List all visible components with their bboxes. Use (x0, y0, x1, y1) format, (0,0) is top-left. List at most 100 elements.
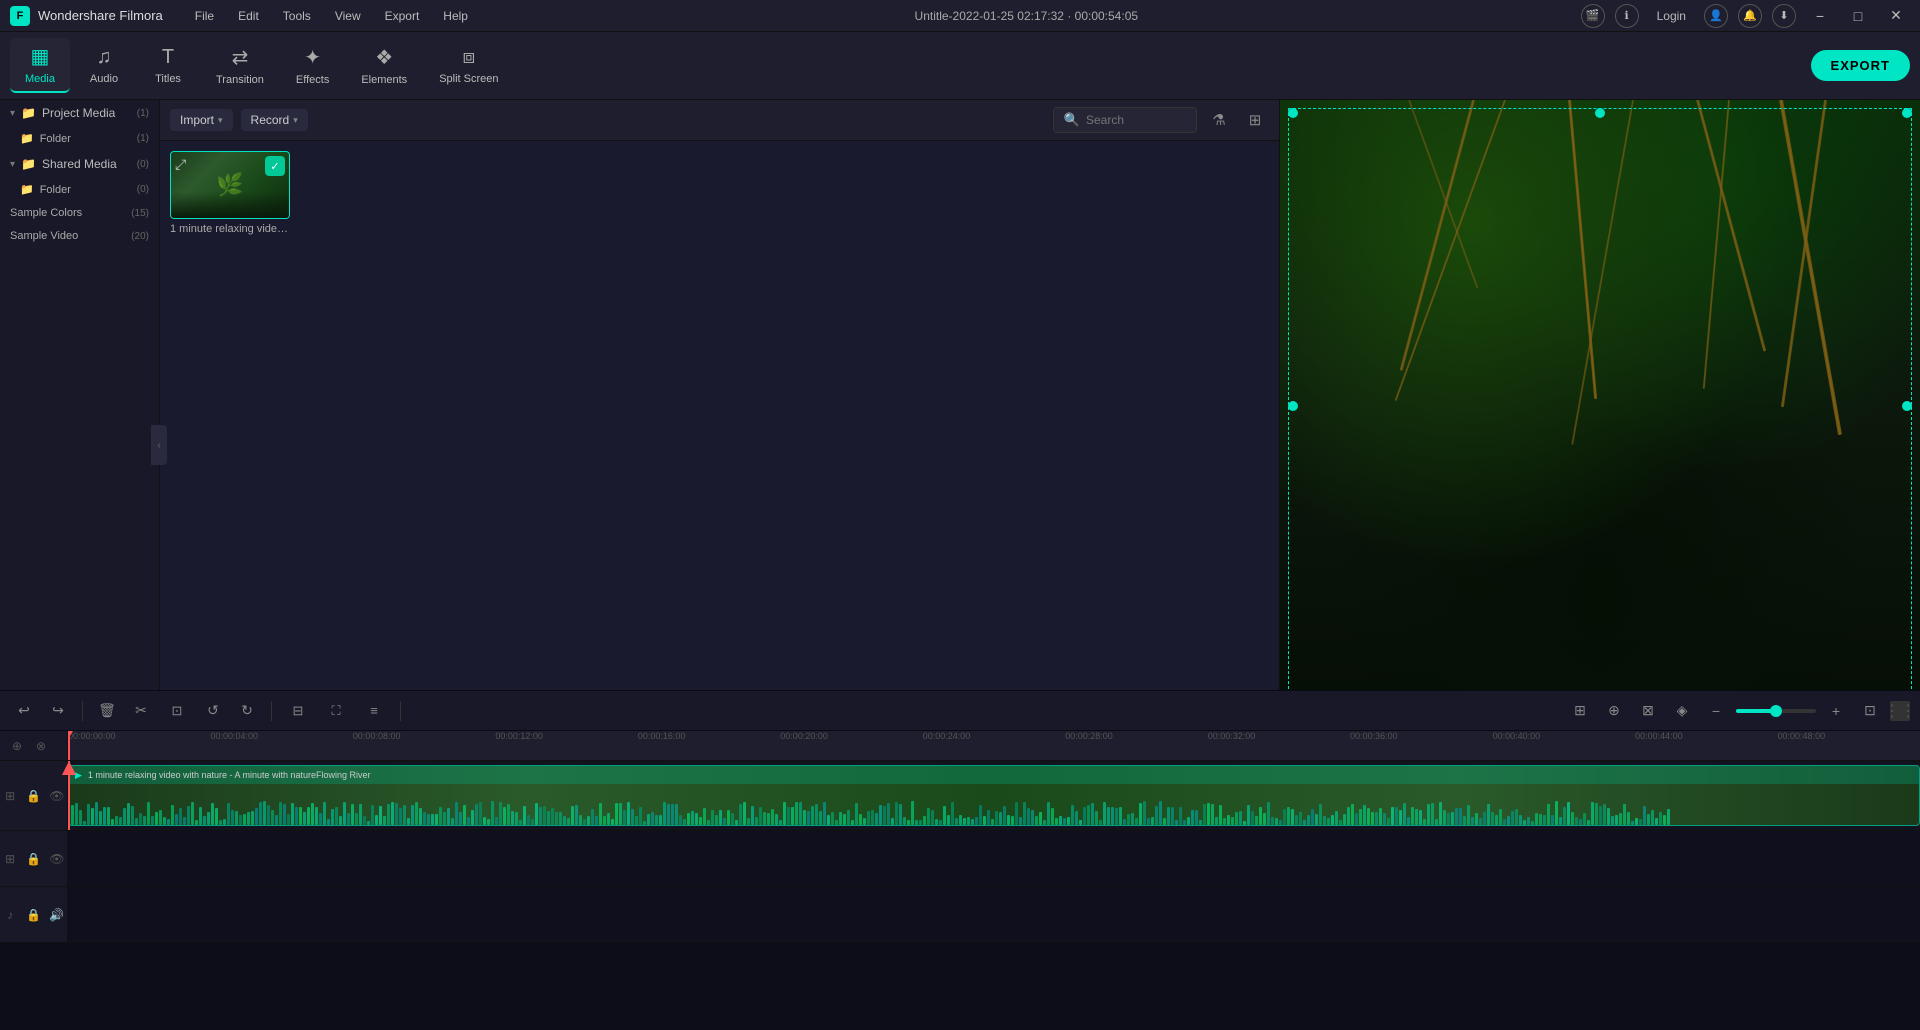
toolbar-media[interactable]: ▦ Media (10, 38, 70, 93)
corner-handle-top-left[interactable] (1288, 108, 1298, 118)
sample-colors-item[interactable]: Sample Colors (15) (0, 202, 159, 225)
search-input[interactable] (1086, 113, 1186, 127)
menu-tools[interactable]: Tools (279, 7, 315, 25)
audio1-speaker-icon[interactable]: 🔊 (47, 904, 67, 926)
video1-lock-icon[interactable]: 🔒 (23, 785, 43, 807)
project-media-label: Project Media (42, 106, 131, 120)
ruler-tick: 00:00:12:00 (495, 731, 543, 741)
maximize-button[interactable]: □ (1844, 6, 1872, 26)
info-icon[interactable]: ℹ (1615, 4, 1639, 28)
waveform-bar (127, 803, 130, 825)
shared-media-folder[interactable]: 📁 Folder (0) (0, 178, 159, 202)
delete-button[interactable]: 🗑 (93, 697, 121, 725)
media-toolbar: Import ▾ Record ▾ 🔍 ⚗ ⊞ (160, 100, 1279, 141)
waveform-bar (1483, 812, 1486, 825)
project-media-header[interactable]: ▾ 📁 Project Media (1) (0, 100, 159, 127)
export-button[interactable]: EXPORT (1811, 50, 1910, 81)
levels-button[interactable]: ≡ (358, 697, 390, 725)
media-grid: ⤢ ✓ 1 minute relaxing video ... (170, 151, 1269, 235)
waveform-bar (1315, 814, 1318, 825)
menu-edit[interactable]: Edit (234, 7, 263, 25)
menu-view[interactable]: View (331, 7, 365, 25)
notification-icon[interactable]: 🔔 (1738, 4, 1762, 28)
login-button[interactable]: Login (1649, 7, 1694, 25)
shared-media-chevron: ▾ (10, 159, 15, 170)
close-button[interactable]: ✕ (1882, 6, 1910, 26)
sample-video-item[interactable]: Sample Video (20) (0, 225, 159, 248)
toolbar-transition[interactable]: ⇄ Transition (202, 39, 278, 92)
undo-button[interactable]: ↩ (10, 697, 38, 725)
corner-handle-mid-left[interactable] (1288, 401, 1298, 411)
rotate-left-button[interactable]: ↺ (199, 697, 227, 725)
waveform-bar (599, 803, 602, 825)
waveform-bar (1323, 816, 1326, 825)
video2-eye-icon[interactable]: 👁 (47, 848, 67, 870)
record-button[interactable]: Record ▾ (241, 109, 308, 131)
folder-label: 📁 Folder (20, 132, 71, 145)
grid-view-button[interactable]: ⊞ (1241, 106, 1269, 134)
toolbar-titles[interactable]: T Titles (138, 40, 198, 91)
toolbar-effects[interactable]: ✦ Effects (282, 39, 343, 92)
fit-timeline-button[interactable]: ⊡ (1856, 697, 1884, 725)
media-item[interactable]: ⤢ ✓ 1 minute relaxing video ... (170, 151, 290, 235)
cut-button[interactable]: ✂ (127, 697, 155, 725)
video-clip-1[interactable]: ▶ 1 minute relaxing video with nature - … (68, 765, 1920, 826)
shared-folder-label: 📁 Folder (20, 183, 71, 196)
toolbar-elements[interactable]: ❖ Elements (347, 39, 421, 92)
audio1-lock-icon[interactable]: 🔒 (23, 904, 43, 926)
fullscreen-button[interactable]: ⛶ (320, 697, 352, 725)
crop-button[interactable]: ⊡ (161, 697, 193, 725)
waveform-bar (783, 802, 786, 825)
clip-header: ▶ 1 minute relaxing video with nature - … (69, 766, 1919, 784)
video2-lock-icon[interactable]: 🔒 (23, 848, 43, 870)
waveform-bar (1003, 806, 1006, 825)
redo-button[interactable]: ↪ (44, 697, 72, 725)
waveform-bar (151, 816, 154, 825)
subtitle-button[interactable]: ⊟ (282, 697, 314, 725)
project-media-folder[interactable]: 📁 Folder (1) (0, 127, 159, 151)
video2-add-icon[interactable]: ⊞ (0, 848, 20, 870)
waveform-bar (847, 810, 850, 825)
zoom-plus-tl[interactable]: + (1822, 697, 1850, 725)
waveform-bar (1575, 817, 1578, 825)
zoom-minus-tl[interactable]: − (1702, 697, 1730, 725)
minimize-button[interactable]: − (1806, 6, 1834, 26)
corner-handle-mid-right[interactable] (1902, 401, 1912, 411)
search-box[interactable]: 🔍 (1053, 107, 1197, 133)
menu-help[interactable]: Help (439, 7, 472, 25)
toolbar-split-screen[interactable]: ⧈ Split Screen (425, 40, 512, 91)
menu-file[interactable]: File (191, 7, 218, 25)
menu-export[interactable]: Export (381, 7, 424, 25)
timeline-ruler[interactable]: 00:00:00:0000:00:04:0000:00:08:0000:00:1… (68, 731, 1920, 761)
video1-eye-icon[interactable]: 👁 (47, 785, 67, 807)
audio-waveform-button[interactable]: ◈ (1668, 697, 1696, 725)
waveform-bar (855, 803, 858, 825)
add-media-track-button[interactable]: ⊞ (1566, 697, 1594, 725)
waveform-bar (739, 804, 742, 825)
toolbar-audio[interactable]: ♫ Audio (74, 40, 134, 91)
link-toggle[interactable]: ⊗ (30, 735, 52, 757)
corner-handle-top-right[interactable] (1902, 108, 1912, 118)
video1-add-icon[interactable]: ⊞ (0, 785, 20, 807)
download-icon[interactable]: ⬇ (1772, 4, 1796, 28)
import-button[interactable]: Import ▾ (170, 109, 233, 131)
filter-button[interactable]: ⚗ (1205, 106, 1233, 134)
account-icon[interactable]: 👤 (1704, 4, 1728, 28)
media-thumbnail[interactable]: ⤢ ✓ (170, 151, 290, 219)
waveform-bar (1547, 804, 1550, 825)
waveform-bar (443, 812, 446, 825)
waveform-bar (279, 802, 282, 825)
waveform-bar (1087, 805, 1090, 825)
sidebar-collapse-handle[interactable]: ‹ (151, 425, 167, 465)
magnet-button[interactable]: ⊕ (1600, 697, 1628, 725)
filmora-circle-icon[interactable]: 🎬 (1581, 4, 1605, 28)
waveform-bar (755, 817, 758, 825)
snap-button[interactable]: ⊠ (1634, 697, 1662, 725)
snap-toggle[interactable]: ⊕ (6, 735, 28, 757)
rotate-right-button[interactable]: ↻ (233, 697, 261, 725)
waveform-bar (567, 818, 570, 825)
waveform-bar (1427, 804, 1430, 825)
corner-handle-top-mid[interactable] (1595, 108, 1605, 118)
shared-media-header[interactable]: ▾ 📁 Shared Media (0) (0, 151, 159, 178)
waveform-bar (779, 820, 782, 825)
